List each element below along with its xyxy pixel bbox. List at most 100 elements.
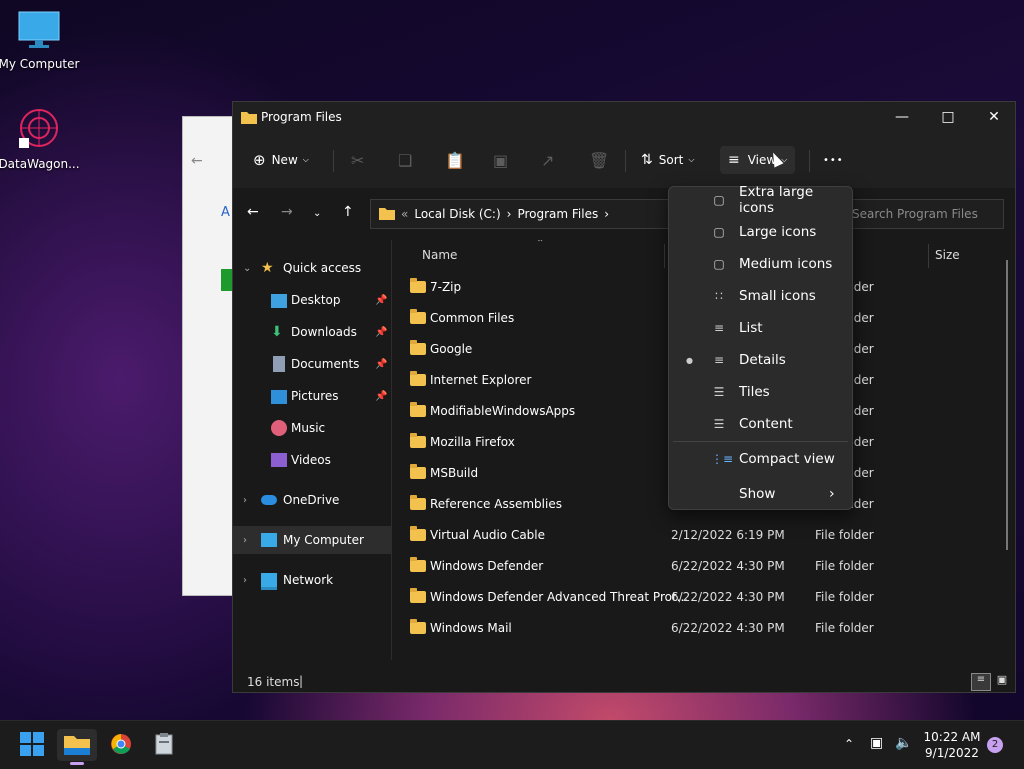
folder-icon — [379, 206, 395, 223]
file-name: Windows Defender Advanced Threat Prot... — [430, 589, 689, 604]
file-type: File folder — [815, 558, 874, 573]
table-row[interactable]: Windows Mail 6/22/2022 4:30 PM File folder — [410, 612, 1000, 643]
compact-view-icon: ⋮≡ — [711, 452, 734, 466]
menu-item-large-icons[interactable]: ▢ Large icons — [669, 217, 852, 247]
arrow-right-icon: → — [281, 204, 293, 220]
table-row[interactable]: Windows Defender Advanced Threat Prot...… — [410, 581, 1000, 612]
table-row[interactable]: Windows Defender 6/22/2022 4:30 PM File fo… — [410, 550, 1000, 581]
vertical-scrollbar[interactable] — [1006, 260, 1008, 550]
nav-desktop[interactable]: Desktop 📌 — [233, 286, 391, 314]
chevron-right-icon: › — [243, 494, 247, 506]
music-icon — [271, 420, 287, 436]
view-menu: ▢ Extra large icons ▢ Large icons ▢ Medium ic… — [668, 184, 853, 510]
desktop-icon-label: My Computer — [0, 57, 80, 71]
taskbar-chrome[interactable] — [101, 729, 141, 761]
menu-item-small-icons[interactable]: ∷ Small icons — [669, 281, 852, 311]
command-bar: ⊕ New ⌵ ✂ ❏ 📋 ▣ ↗ 🗑 ⇅ Sort ⌵ ≡ View ⌵ ••… — [233, 132, 1015, 189]
desktop-icon-datawagon[interactable]: DataWagon... — [0, 106, 81, 171]
menu-item-details[interactable]: ● ≡ Details — [669, 345, 852, 375]
breadcrumb-separator[interactable]: › — [507, 207, 512, 221]
table-row[interactable]: Virtual Audio Cable 2/12/2022 6:19 PM File… — [410, 519, 1000, 550]
menu-item-medium-icons[interactable]: ▢ Medium icons — [669, 249, 852, 279]
paste-button[interactable]: 📋 — [445, 146, 465, 174]
maximize-button[interactable]: □ — [925, 102, 971, 132]
breadcrumb-program-files[interactable]: Program Files — [517, 207, 598, 221]
file-name: ModifiableWindowsApps — [430, 403, 576, 418]
nav-music[interactable]: Music — [233, 414, 391, 442]
navigation-pane: ⌄ ★ Quick access Desktop 📌 ⬇ Downloads 📌… — [233, 240, 392, 660]
scissors-icon: ✂ — [351, 150, 365, 170]
more-options-button[interactable]: ••• — [823, 146, 844, 174]
nav-onedrive[interactable]: › OneDrive — [233, 486, 391, 514]
volume-icon[interactable]: 🔈 — [895, 735, 912, 751]
sort-icon: ⇅ — [641, 152, 653, 168]
download-icon: ⬇ — [271, 324, 283, 340]
menu-item-content[interactable]: ☰ Content — [669, 409, 852, 439]
pin-icon: 📌 — [375, 390, 388, 402]
file-type: File folder — [815, 620, 874, 635]
search-input[interactable]: Search Program Files — [841, 199, 1004, 229]
chevron-down-icon: ⌄ — [243, 262, 252, 274]
forward-button[interactable]: → — [281, 204, 293, 220]
up-button[interactable]: ↑ — [342, 204, 354, 220]
share-button[interactable]: ↗ — [541, 146, 554, 174]
windows-logo-icon — [20, 731, 44, 759]
file-explorer-window: Program Files — □ ✕ ⊕ New ⌵ ✂ ❏ 📋 ▣ ↗ 🗑 … — [232, 101, 1016, 693]
sort-button[interactable]: ⇅ Sort ⌵ — [641, 146, 694, 174]
desktop-icon-my-computer[interactable]: My Computer — [0, 10, 81, 71]
taskbar-app[interactable] — [144, 729, 184, 761]
cloud-icon — [261, 495, 277, 505]
chevron-down-icon: ⌄ — [313, 208, 322, 219]
rename-button[interactable]: ▣ — [493, 146, 508, 174]
column-header-size[interactable]: Size — [935, 248, 960, 262]
clock[interactable]: 10:22 AM 9/1/2022 — [920, 729, 984, 761]
file-name: 7-Zip — [430, 279, 462, 294]
file-name: Internet Explorer — [430, 372, 532, 387]
folder-icon — [410, 432, 426, 448]
address-bar[interactable]: « Local Disk (C:) › Program Files › — [370, 199, 670, 229]
nav-my-computer[interactable]: › My Computer — [233, 526, 391, 554]
column-header-name[interactable]: Name — [422, 248, 457, 262]
nav-network[interactable]: › Network — [233, 566, 391, 594]
menu-item-list[interactable]: ≡ List — [669, 313, 852, 343]
view-button[interactable]: ≡ View ⌵ — [720, 146, 796, 174]
nav-videos[interactable]: Videos — [233, 446, 391, 474]
nav-documents[interactable]: Documents 📌 — [233, 350, 391, 378]
notification-badge[interactable]: 2 — [987, 737, 1003, 753]
close-button[interactable]: ✕ — [971, 102, 1017, 132]
thumbnail-view-toggle[interactable]: ▣ — [994, 673, 1010, 689]
nav-downloads[interactable]: ⬇ Downloads 📌 — [233, 318, 391, 346]
pin-icon: 📌 — [375, 358, 388, 370]
back-button[interactable]: ← — [247, 204, 259, 220]
minimize-button[interactable]: — — [879, 102, 925, 132]
show-hidden-icons-button[interactable]: ⌃ — [844, 737, 854, 751]
menu-item-extra-large-icons[interactable]: ▢ Extra large icons — [669, 184, 852, 216]
menu-item-show[interactable]: Show › — [669, 479, 852, 509]
nav-quick-access[interactable]: ⌄ ★ Quick access — [233, 254, 391, 282]
breadcrumb-overflow[interactable]: « — [401, 207, 408, 221]
file-name: Reference Assemblies — [430, 496, 562, 511]
nav-pictures[interactable]: Pictures 📌 — [233, 382, 391, 410]
monitor-icon — [0, 10, 81, 53]
arrow-up-icon: ↑ — [342, 204, 354, 220]
recent-locations-button[interactable]: ⌄ — [313, 208, 321, 219]
new-button[interactable]: ⊕ New ⌵ — [253, 146, 309, 174]
menu-item-compact-view[interactable]: ⋮≡ Compact view — [669, 444, 852, 474]
menu-item-tiles[interactable]: ☰ Tiles — [669, 377, 852, 407]
back-arrow-icon: ← — [191, 153, 203, 169]
breadcrumb-local-disk[interactable]: Local Disk (C:) — [414, 207, 500, 221]
folder-icon — [410, 339, 426, 355]
start-button[interactable] — [12, 729, 52, 761]
cut-button[interactable]: ✂ — [351, 146, 364, 174]
taskbar-file-explorer[interactable] — [57, 729, 97, 765]
share-icon: ↗ — [541, 150, 555, 170]
file-date: 6/22/2022 4:30 PM — [671, 620, 785, 635]
network-status-icon[interactable]: ▣ — [870, 735, 883, 751]
copy-button[interactable]: ❏ — [398, 146, 412, 174]
folder-icon — [410, 494, 426, 510]
breadcrumb-separator[interactable]: › — [604, 207, 609, 221]
delete-button[interactable]: 🗑 — [589, 146, 609, 174]
details-view-toggle[interactable]: ≡ — [971, 673, 991, 691]
view-lines-icon: ≡ — [728, 152, 740, 168]
title-bar[interactable]: Program Files — □ ✕ — [233, 102, 1015, 132]
